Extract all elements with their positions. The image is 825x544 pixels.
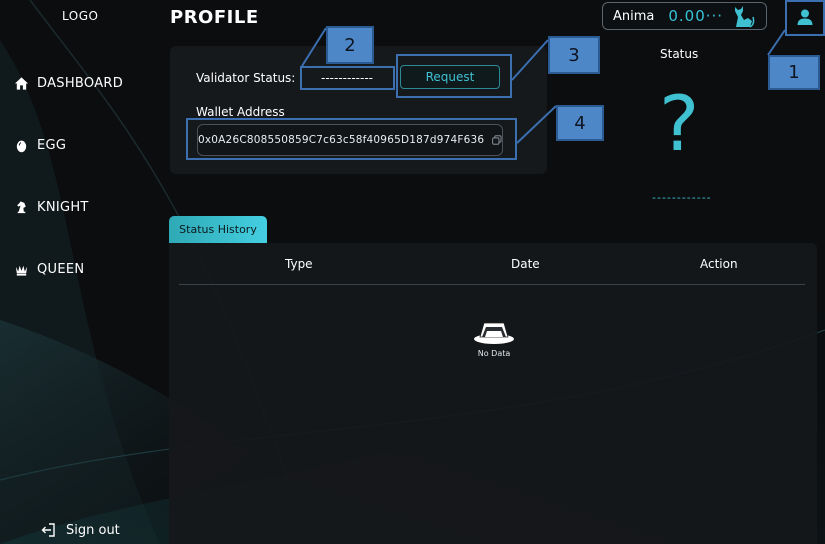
token-name: Anima	[613, 8, 655, 24]
sidebar-item-knight[interactable]: KNIGHT	[14, 200, 89, 215]
annotation-label-1: 1	[768, 55, 820, 90]
home-icon	[14, 77, 29, 90]
column-header-action: Action	[700, 257, 738, 271]
sidebar-item-label: QUEEN	[37, 262, 85, 277]
egg-icon	[16, 140, 27, 153]
logo: LOGO	[62, 9, 99, 23]
sidebar-item-egg[interactable]: EGG	[14, 138, 66, 153]
annotation-label-2: 2	[326, 26, 374, 64]
status-unknown-icon: ?	[659, 79, 700, 168]
sidebar-item-dashboard[interactable]: DASHBOARD	[14, 76, 123, 91]
annotation-label-3: 3	[548, 36, 600, 74]
sign-out-label: Sign out	[66, 522, 120, 538]
header-divider	[179, 284, 805, 285]
sidebar-item-label: EGG	[37, 138, 67, 153]
wallet-balance[interactable]: Anima 0.00···	[602, 2, 767, 30]
status-value: ------------	[652, 191, 712, 204]
token-balance: 0.00···	[668, 7, 724, 25]
empty-inbox-icon	[474, 322, 514, 344]
status-history-table: Type Date Action No Data	[169, 243, 817, 544]
sign-out-icon	[41, 523, 55, 537]
annotation-box-1	[785, 0, 825, 36]
column-header-date: Date	[511, 257, 540, 271]
column-header-type: Type	[285, 257, 313, 271]
annotation-label-4: 4	[556, 105, 604, 141]
annotation-box-3	[396, 54, 512, 98]
page-title: PROFILE	[170, 7, 259, 28]
status-title: Status	[660, 47, 699, 61]
sidebar-item-queen[interactable]: QUEEN	[14, 262, 84, 277]
wallet-address-label: Wallet Address	[196, 105, 285, 119]
sidebar-item-label: KNIGHT	[37, 200, 89, 215]
empty-state-text: No Data	[477, 349, 511, 358]
sign-out-button[interactable]: Sign out	[40, 522, 120, 538]
tab-status-history[interactable]: Status History	[169, 216, 267, 243]
chess-queen-icon	[15, 265, 28, 276]
sidebar: LOGO DASHBOARD EGG KNIGHT QUEEN Sign out	[0, 0, 158, 544]
cat-icon	[735, 6, 755, 28]
validator-status-label: Validator Status:	[196, 71, 296, 85]
annotation-box-4	[186, 118, 517, 160]
annotation-box-2	[300, 66, 395, 90]
chess-knight-icon	[17, 201, 26, 214]
sidebar-item-label: DASHBOARD	[37, 76, 124, 91]
